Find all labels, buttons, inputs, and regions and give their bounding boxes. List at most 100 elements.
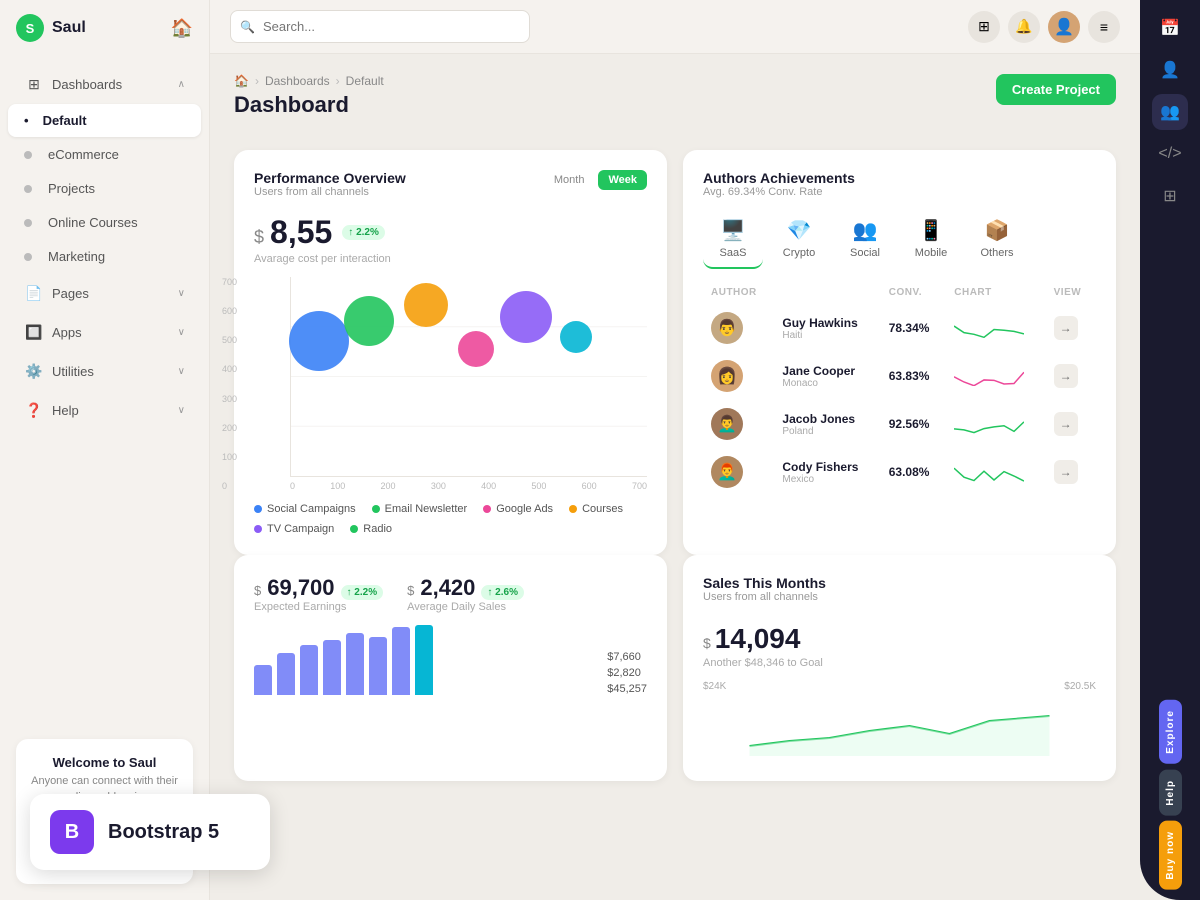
topbar-avatar[interactable]: 👤 (1048, 11, 1080, 43)
table-row: 👨‍🦰 Cody Fishers Mexico 63.08% → (703, 448, 1096, 496)
table-row: 👨 Guy Hawkins Haiti 78.34% → (703, 304, 1096, 352)
topbar-menu-icon[interactable]: ≡ (1088, 11, 1120, 43)
author-avatar: 👩 (711, 360, 743, 392)
topbar: 🔍 ⊞ 🔔 👤 ≡ (210, 0, 1140, 54)
dashboards-icon: ⊞ (24, 74, 44, 94)
bubble-chart-container: 700 600 500 400 300 200 100 0 (254, 277, 647, 491)
rp-calendar-icon[interactable]: 📅 (1152, 10, 1188, 46)
sales-level1: $24K (703, 681, 726, 692)
tab-crypto[interactable]: 💎 Crypto (769, 210, 829, 269)
bootstrap-badge: B Bootstrap 5 (30, 794, 270, 870)
sidebar-item-default[interactable]: Default (8, 104, 201, 137)
sidebar-item-apps[interactable]: 🔲 Apps ∨ (8, 313, 201, 351)
tab-others[interactable]: 📦 Others (967, 210, 1027, 269)
time-toggle: Month Week (544, 170, 647, 190)
utilities-chevron: ∨ (178, 366, 185, 377)
toggle-month-btn[interactable]: Month (544, 170, 595, 190)
authors-card: Authors Achievements Avg. 69.34% Conv. R… (683, 150, 1116, 555)
page-header: 🏠 › Dashboards › Default Dashboard (234, 74, 384, 134)
explore-button[interactable]: Explore (1159, 700, 1182, 764)
value-label: Avarage cost per interaction (254, 253, 647, 265)
expected-earnings: $ 69,700 ↑ 2.2% Expected Earnings (254, 575, 383, 613)
mini-sparkline (954, 362, 1024, 386)
author-avatar: 👨‍🦰 (711, 456, 743, 488)
sales-goal: Another $48,346 to Goal (703, 657, 1096, 669)
bubble-courses (458, 331, 494, 367)
view-author-button[interactable]: → (1054, 460, 1078, 484)
sidebar-item-marketing[interactable]: Marketing (8, 240, 201, 273)
topbar-grid-icon[interactable]: ⊞ (968, 11, 1000, 43)
help-icon: ❓ (24, 400, 44, 420)
topbar-bell-icon[interactable]: 🔔 (1008, 11, 1040, 43)
view-author-button[interactable]: → (1054, 412, 1078, 436)
author-avatar: 👨 (711, 312, 743, 344)
mobile-icon: 📱 (919, 218, 944, 243)
y-axis-labels: 700 600 500 400 300 200 100 0 (222, 277, 237, 491)
breadcrumb-default[interactable]: Default (346, 74, 384, 88)
earnings-card: $ 69,700 ↑ 2.2% Expected Earnings $ 2,42… (234, 555, 667, 781)
rp-code-icon[interactable]: </> (1152, 136, 1188, 172)
tab-saas[interactable]: 🖥️ SaaS (703, 210, 763, 269)
table-row: 👨‍🦱 Jacob Jones Poland 92.56% → (703, 400, 1096, 448)
bubble-social (289, 311, 349, 371)
performance-title: Performance Overview (254, 170, 406, 186)
rp-avatar[interactable]: 👤 (1152, 52, 1188, 88)
nav-dot (24, 219, 32, 227)
performance-header: Performance Overview Users from all chan… (254, 170, 647, 210)
apps-chevron: ∨ (178, 327, 185, 338)
sidebar-item-help[interactable]: ❓ Help ∨ (8, 391, 201, 429)
earnings-amounts: $7,660 $2,820 $45,257 (607, 625, 647, 695)
breadcrumb-dashboards[interactable]: Dashboards (265, 74, 330, 88)
bar-4 (323, 640, 341, 695)
tab-social[interactable]: 👥 Social (835, 210, 895, 269)
earnings-label1: Expected Earnings (254, 601, 383, 613)
toggle-week-btn[interactable]: Week (598, 170, 647, 190)
bubble-chart (290, 277, 647, 477)
view-author-button[interactable]: → (1054, 316, 1078, 340)
performance-subtitle: Users from all channels (254, 186, 406, 198)
help-chevron: ∨ (178, 405, 185, 416)
bar-7 (392, 627, 410, 695)
crypto-icon: 💎 (787, 218, 812, 243)
sidebar-item-pages[interactable]: 📄 Pages ∨ (8, 274, 201, 312)
help-button[interactable]: Help (1159, 770, 1182, 816)
main-area: 🔍 ⊞ 🔔 👤 ≡ 🏠 › Dashboards › Default Dashb… (210, 0, 1140, 900)
bubble-google (404, 283, 448, 327)
bootstrap-icon: B (50, 810, 94, 854)
breadcrumb: 🏠 › Dashboards › Default (234, 74, 384, 88)
breadcrumb-home[interactable]: 🏠 (234, 74, 249, 88)
earnings-badge2: ↑ 2.6% (481, 585, 524, 600)
tab-mobile[interactable]: 📱 Mobile (901, 210, 961, 269)
apps-icon: 🔲 (24, 322, 44, 342)
utilities-icon: ⚙️ (24, 361, 44, 381)
nav-dot (24, 253, 32, 261)
sidebar-item-utilities[interactable]: ⚙️ Utilities ∨ (8, 352, 201, 390)
earnings-label2: Average Daily Sales (407, 601, 524, 613)
sidebar-item-projects[interactable]: Projects (8, 172, 201, 205)
create-project-button[interactable]: Create Project (996, 74, 1116, 105)
sidebar-back-icon[interactable]: 🏠 (171, 18, 193, 39)
bottom-row: $ 69,700 ↑ 2.2% Expected Earnings $ 2,42… (234, 555, 1116, 781)
sidebar-item-online-courses[interactable]: Online Courses (8, 206, 201, 239)
performance-value: $ 8,55 (254, 214, 332, 251)
daily-sales: $ 2,420 ↑ 2.6% Average Daily Sales (407, 575, 524, 613)
legend-radio: Radio (350, 523, 392, 535)
search-input[interactable] (230, 10, 530, 43)
nav-dot (24, 151, 32, 159)
legend-social: Social Campaigns (254, 503, 356, 515)
performance-card: Performance Overview Users from all chan… (234, 150, 667, 555)
pages-icon: 📄 (24, 283, 44, 303)
view-author-button[interactable]: → (1054, 364, 1078, 388)
dashboards-chevron: ∧ (178, 79, 185, 90)
authors-tabs: 🖥️ SaaS 💎 Crypto 👥 Social 📱 Mobile (703, 210, 1096, 269)
chart-legend: Social Campaigns Email Newsletter Google… (254, 503, 647, 535)
rp-grid-icon[interactable]: ⊞ (1152, 178, 1188, 214)
earnings-bar-chart (254, 625, 591, 695)
sidebar-item-dashboards[interactable]: ⊞ Dashboards ∧ (8, 65, 201, 103)
buynow-button[interactable]: Buy now (1159, 821, 1182, 890)
rp-user-icon[interactable]: 👥 (1152, 94, 1188, 130)
sidebar-item-ecommerce[interactable]: eCommerce (8, 138, 201, 171)
topbar-right: ⊞ 🔔 👤 ≡ (968, 11, 1120, 43)
bar-6 (369, 637, 387, 695)
sales-chart (703, 696, 1096, 756)
